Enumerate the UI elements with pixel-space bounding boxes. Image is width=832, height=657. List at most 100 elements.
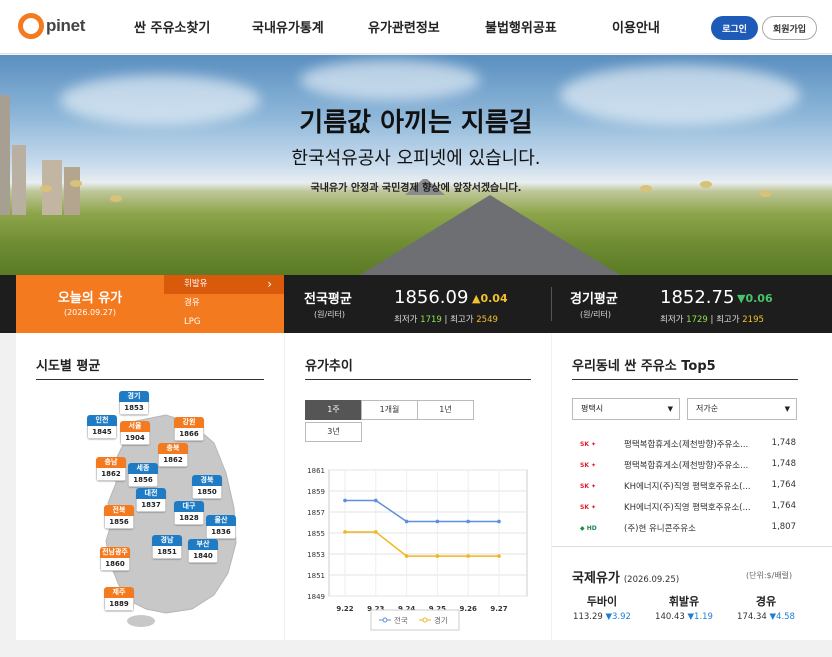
station-price: 1,764: [771, 501, 796, 511]
fuel-tab-lpg[interactable]: LPG: [164, 313, 284, 332]
data-point: [404, 554, 409, 558]
region-value: 1860: [100, 558, 130, 571]
region-badge[interactable]: 강원 1866: [174, 417, 204, 441]
intl-item-value: 113.29: [573, 612, 603, 622]
station-row[interactable]: SK ✦ 평택복합휴게소(제천방향)주유소... 1,748: [580, 436, 810, 454]
region-badge[interactable]: 전남광주 1860: [100, 547, 130, 571]
station-name: 평택복합휴게소(제천방향)주유소...: [624, 461, 749, 471]
panel-underline: [36, 379, 264, 380]
y-tick-label: 1857: [307, 509, 325, 517]
intl-item-value: 140.43: [655, 612, 685, 622]
fuel-tab-gasoline[interactable]: 휘발유 ›: [164, 275, 284, 294]
station-row[interactable]: SK ✦ 평택복합휴게소(제천방향)주유소... 1,748: [580, 457, 810, 475]
station-price: 1,748: [771, 459, 796, 469]
international-oil-panel: 국제유가 (2026.09.25) (단위:$/배럴) 두바이 113.29 ▼3.…: [552, 546, 832, 640]
region-badge[interactable]: 경남 1851: [152, 535, 182, 559]
national-avg-unit: (원/리터): [314, 310, 346, 319]
station-row[interactable]: ◆ HD (주)현 유니콘주유소 1,807: [580, 520, 810, 538]
region-value: 1856: [128, 474, 158, 487]
road: [360, 195, 620, 275]
logo-text: pinet: [46, 16, 86, 35]
data-point: [343, 498, 347, 503]
region-badge[interactable]: 전북 1856: [104, 505, 134, 529]
national-change-value: 0.04: [480, 292, 508, 305]
region-value: 1845: [87, 426, 117, 439]
station-price: 1,807: [771, 522, 796, 532]
region-value: 1851: [152, 546, 182, 559]
nav-oil-info[interactable]: 유가관련정보: [368, 17, 440, 36]
top5-panel-title: 우리동네 싼 주유소 Top5: [572, 359, 716, 374]
region-badge[interactable]: 경북 1850: [192, 475, 222, 499]
login-button[interactable]: 로그인: [711, 16, 758, 40]
gyeonggi-avg-unit: (원/리터): [580, 310, 612, 319]
region-badge[interactable]: 부산 1840: [188, 539, 218, 563]
gyeonggi-change-value: 0.06: [745, 292, 773, 305]
intl-item: 휘발유 140.43 ▼1.19: [644, 593, 724, 622]
region-average-panel: 시도별 평균 경기 1853 인천 1845 서울 1904 강원 1866 충북 1862 충남 1…: [16, 333, 284, 640]
region-badge[interactable]: 세종 1856: [128, 463, 158, 487]
period-1y-button[interactable]: 1년: [417, 400, 474, 420]
trend-panel-title: 유가추이: [305, 359, 353, 374]
region-badge[interactable]: 울산 1836: [206, 515, 236, 539]
region-value: 1862: [96, 468, 126, 481]
join-button[interactable]: 회원가입: [762, 16, 817, 40]
sk-energy-logo-icon: SK ✦: [580, 504, 597, 511]
data-point: [497, 519, 501, 524]
region-value: 1850: [192, 486, 222, 499]
region-name: 전북: [104, 505, 134, 516]
region-select[interactable]: 평택시 ▼: [572, 398, 680, 420]
region-name: 강원: [174, 417, 204, 428]
region-badge[interactable]: 충남 1862: [96, 457, 126, 481]
period-3y-button[interactable]: 3년: [305, 422, 362, 442]
intl-item: 두바이 113.29 ▼3.92: [562, 593, 642, 622]
data-point: [466, 519, 470, 524]
nav-illegal-notice[interactable]: 불법행위공표: [485, 17, 557, 36]
y-tick-label: 1851: [307, 572, 325, 580]
opinet-logo[interactable]: pinet: [18, 12, 85, 40]
logo-o-mark: [18, 13, 44, 39]
region-badge[interactable]: 서울 1904: [120, 421, 150, 445]
region-value: 1856: [104, 516, 134, 529]
region-name: 경남: [152, 535, 182, 546]
intl-item-name: 휘발유: [668, 595, 700, 608]
intl-item-value: 174.34: [737, 612, 767, 622]
gyeonggi-minmax: 최저가 1729 | 최고가 2195: [660, 315, 764, 325]
region-name: 울산: [206, 515, 236, 526]
y-tick-label: 1859: [307, 488, 325, 496]
station-row[interactable]: SK ✦ KH에너지(주)직영 평택호주유소(... 1,764: [580, 478, 810, 496]
sk-energy-logo-icon: SK ✦: [580, 483, 597, 490]
region-name: 제주: [104, 587, 134, 598]
y-tick-label: 1849: [307, 593, 325, 601]
intl-item-value-row: 174.34 ▼4.58: [726, 612, 806, 622]
region-badge[interactable]: 대전 1837: [136, 488, 166, 512]
gyeonggi-min: 1729: [686, 315, 708, 325]
nav-cheap-station[interactable]: 싼 주유소찾기: [134, 17, 210, 36]
sort-select[interactable]: 저가순 ▼: [687, 398, 797, 420]
region-badge[interactable]: 인천 1845: [87, 415, 117, 439]
period-1m-button[interactable]: 1개월: [361, 400, 418, 420]
period-1w-button[interactable]: 1주: [305, 400, 362, 420]
region-badge[interactable]: 제주 1889: [104, 587, 134, 611]
sk-energy-logo-icon: SK ✦: [580, 462, 597, 469]
data-point: [374, 530, 378, 534]
fuel-tab-diesel[interactable]: 경유: [164, 294, 284, 313]
panel-underline: [572, 379, 798, 380]
region-name: 경북: [192, 475, 222, 486]
national-minmax: 최저가 1719 | 최고가 2549: [394, 315, 498, 325]
station-price: 1,764: [771, 480, 796, 490]
region-badge[interactable]: 대구 1828: [174, 501, 204, 525]
sort-select-value: 저가순: [696, 404, 719, 413]
region-badge[interactable]: 충북 1862: [158, 443, 188, 467]
legend-label: 경기: [434, 615, 448, 625]
intl-item-name: 두바이: [586, 595, 618, 608]
nav-guide[interactable]: 이용안내: [612, 17, 660, 36]
station-row[interactable]: SK ✦ KH에너지(주)직영 평택호주유소(... 1,764: [580, 499, 810, 517]
region-value: 1866: [174, 428, 204, 441]
region-badge[interactable]: 경기 1853: [119, 391, 149, 415]
nav-domestic-stats[interactable]: 국내유가통계: [252, 17, 324, 36]
x-tick-label: 9.27: [490, 605, 507, 613]
region-value: 1889: [104, 598, 134, 611]
national-min: 1719: [420, 315, 442, 325]
station-name: 평택복합휴게소(제천방향)주유소...: [624, 440, 749, 450]
data-point: [404, 519, 409, 524]
